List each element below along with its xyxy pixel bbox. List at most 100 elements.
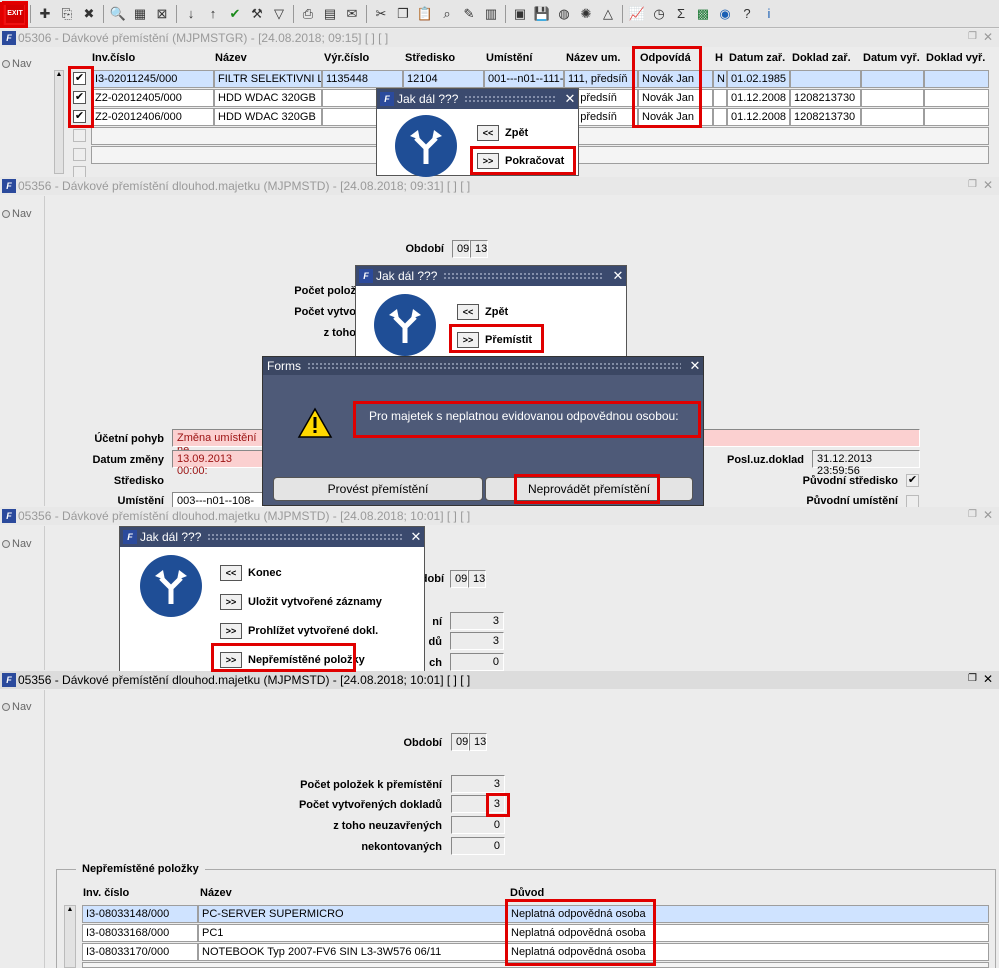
- table-cell[interactable]: Z2-02012405/000: [91, 89, 214, 107]
- table-cell[interactable]: [790, 70, 861, 88]
- table-cell[interactable]: PC1: [198, 924, 507, 942]
- obdobi-month-field[interactable]: 09: [450, 570, 468, 588]
- table-cell[interactable]: HDD WDAC 320GB: [214, 89, 322, 107]
- nav-radio-icon[interactable]: [2, 60, 10, 68]
- table-cell[interactable]: 01.12.2008: [727, 108, 790, 126]
- obdobi-month-field[interactable]: 09: [451, 733, 469, 751]
- triangle-icon[interactable]: △: [598, 4, 618, 24]
- table-cell[interactable]: Z2-02012406/000: [91, 108, 214, 126]
- empty-row[interactable]: [82, 962, 989, 968]
- table-cell[interactable]: [713, 108, 727, 126]
- table-cell[interactable]: 001---n01--111-: [484, 70, 564, 88]
- delete-record-icon[interactable]: ✖: [79, 4, 99, 24]
- chart-icon[interactable]: 📈: [627, 4, 647, 24]
- table-cell[interactable]: 01.02.1985: [727, 70, 790, 88]
- premistit-button[interactable]: >> Přemístit: [457, 332, 532, 348]
- excel-icon[interactable]: ▩: [693, 4, 713, 24]
- grid-icon[interactable]: ▥: [481, 4, 501, 24]
- window1-scrollbar[interactable]: ▲: [54, 70, 64, 174]
- table-cell[interactable]: Novák Jan: [638, 70, 713, 88]
- nav-radio-icon[interactable]: [2, 540, 10, 548]
- table-cell[interactable]: [924, 70, 989, 88]
- nav-toggle[interactable]: Nav: [2, 701, 32, 713]
- datum-zmeny-field[interactable]: 13.09.2013 00:00:: [172, 450, 264, 477]
- table-cell[interactable]: 1135448: [322, 70, 403, 88]
- print-icon[interactable]: ⎙: [298, 4, 318, 24]
- query-icon[interactable]: 🔍: [108, 4, 128, 24]
- restore-icon[interactable]: ❐: [968, 673, 977, 684]
- cancel-query-icon[interactable]: ⊠: [152, 4, 172, 24]
- table-cell[interactable]: [861, 89, 924, 107]
- copy-record-icon[interactable]: ⎘: [57, 4, 77, 24]
- table-cell[interactable]: I3-08033168/000: [82, 924, 198, 942]
- table-cell[interactable]: Neplatná odpovědná osoba: [507, 943, 989, 961]
- sort-asc-icon[interactable]: ↓: [181, 4, 201, 24]
- ulozit-zaznamy-button[interactable]: >> Uložit vytvořené záznamy: [220, 594, 382, 610]
- table-cell[interactable]: 1208213730: [790, 108, 861, 126]
- table-cell[interactable]: N: [713, 70, 727, 88]
- scroll-up-icon[interactable]: ▲: [55, 71, 63, 78]
- zoom-icon[interactable]: ⌕: [437, 4, 457, 24]
- row-checkbox[interactable]: ✔: [73, 91, 86, 104]
- table-cell[interactable]: I3-08033170/000: [82, 943, 198, 961]
- back-button[interactable]: << Zpět: [457, 304, 508, 320]
- table-cell[interactable]: FILTR SELEKTIVNI L: [214, 70, 322, 88]
- row-checkbox[interactable]: [73, 129, 86, 142]
- obdobi-month-field[interactable]: 09: [452, 240, 470, 258]
- new-record-icon[interactable]: ✚: [35, 4, 55, 24]
- table-cell[interactable]: [924, 89, 989, 107]
- close-icon[interactable]: ✕: [610, 268, 626, 284]
- confirm-icon[interactable]: ✔: [225, 4, 245, 24]
- table-cell[interactable]: [713, 89, 727, 107]
- table-cell[interactable]: 12104: [403, 70, 484, 88]
- sum-icon[interactable]: Σ: [671, 4, 691, 24]
- provest-premisteni-button[interactable]: Provést přemístění: [273, 477, 483, 501]
- save-icon[interactable]: 💾: [532, 4, 552, 24]
- table-cell[interactable]: [924, 108, 989, 126]
- prohlizet-doklady-button[interactable]: >> Prohlížet vytvořené dokl.: [220, 623, 378, 639]
- obdobi-year-field[interactable]: 13: [470, 240, 488, 258]
- execute-query-icon[interactable]: ▦: [130, 4, 150, 24]
- globe-icon[interactable]: ◍: [554, 4, 574, 24]
- table-cell[interactable]: 1208213730: [790, 89, 861, 107]
- nav-toggle[interactable]: Nav: [2, 208, 32, 220]
- browser-icon[interactable]: ◉: [715, 4, 735, 24]
- empty-row[interactable]: [91, 127, 378, 145]
- row-checkbox[interactable]: ✔: [73, 72, 86, 85]
- restore-icon[interactable]: ❐: [968, 31, 977, 42]
- help-icon[interactable]: ?: [737, 4, 757, 24]
- table-cell[interactable]: 111, předsíň: [564, 70, 638, 88]
- table-cell[interactable]: 01.12.2008: [727, 89, 790, 107]
- obdobi-year-field[interactable]: 13: [468, 570, 486, 588]
- group-scrollbar[interactable]: ▲: [64, 905, 76, 968]
- row-checkbox[interactable]: ✔: [73, 110, 86, 123]
- table-cell[interactable]: Neplatná odpovědná osoba: [507, 924, 989, 942]
- table-cell[interactable]: [861, 108, 924, 126]
- settings-icon[interactable]: ✺: [576, 4, 596, 24]
- restore-icon[interactable]: ❐: [968, 179, 977, 190]
- konec-button[interactable]: << Konec: [220, 565, 282, 581]
- nav-radio-icon[interactable]: [2, 703, 10, 711]
- empty-row[interactable]: [91, 146, 378, 164]
- empty-row[interactable]: [578, 127, 989, 145]
- ucetni-pohyb-field[interactable]: Změna umístění ne: [172, 429, 264, 456]
- puvodni-stredisko-checkbox[interactable]: ✔: [906, 474, 919, 487]
- mail-icon[interactable]: ✉: [342, 4, 362, 24]
- close-icon[interactable]: ✕: [562, 91, 578, 107]
- info-icon[interactable]: i: [759, 4, 779, 24]
- table-cell[interactable]: I3-08033148/000: [82, 905, 198, 923]
- exit-button[interactable]: EXIT: [2, 0, 28, 27]
- table-cell[interactable]: I3-02011245/000: [91, 70, 214, 88]
- nepremistene-polozky-button[interactable]: >> Nepřemístěné položky: [220, 652, 365, 668]
- table-cell[interactable]: NOTEBOOK Typ 2007-FV6 SIN L3-3W576 06/11: [198, 943, 507, 961]
- clock-icon[interactable]: ◷: [649, 4, 669, 24]
- calculator-icon[interactable]: ▣: [510, 4, 530, 24]
- neprovadet-premisteni-button[interactable]: Neprovádět přemístění: [485, 477, 693, 501]
- continue-button[interactable]: >> Pokračovat: [477, 153, 564, 169]
- table-cell[interactable]: Neplatná odpovědná osoba: [507, 905, 989, 923]
- close-icon[interactable]: ✕: [408, 529, 424, 545]
- table-cell[interactable]: PC-SERVER SUPERMICRO: [198, 905, 507, 923]
- nav-toggle[interactable]: Nav: [2, 538, 32, 550]
- back-button[interactable]: << Zpět: [477, 125, 528, 141]
- table-cell[interactable]: [861, 70, 924, 88]
